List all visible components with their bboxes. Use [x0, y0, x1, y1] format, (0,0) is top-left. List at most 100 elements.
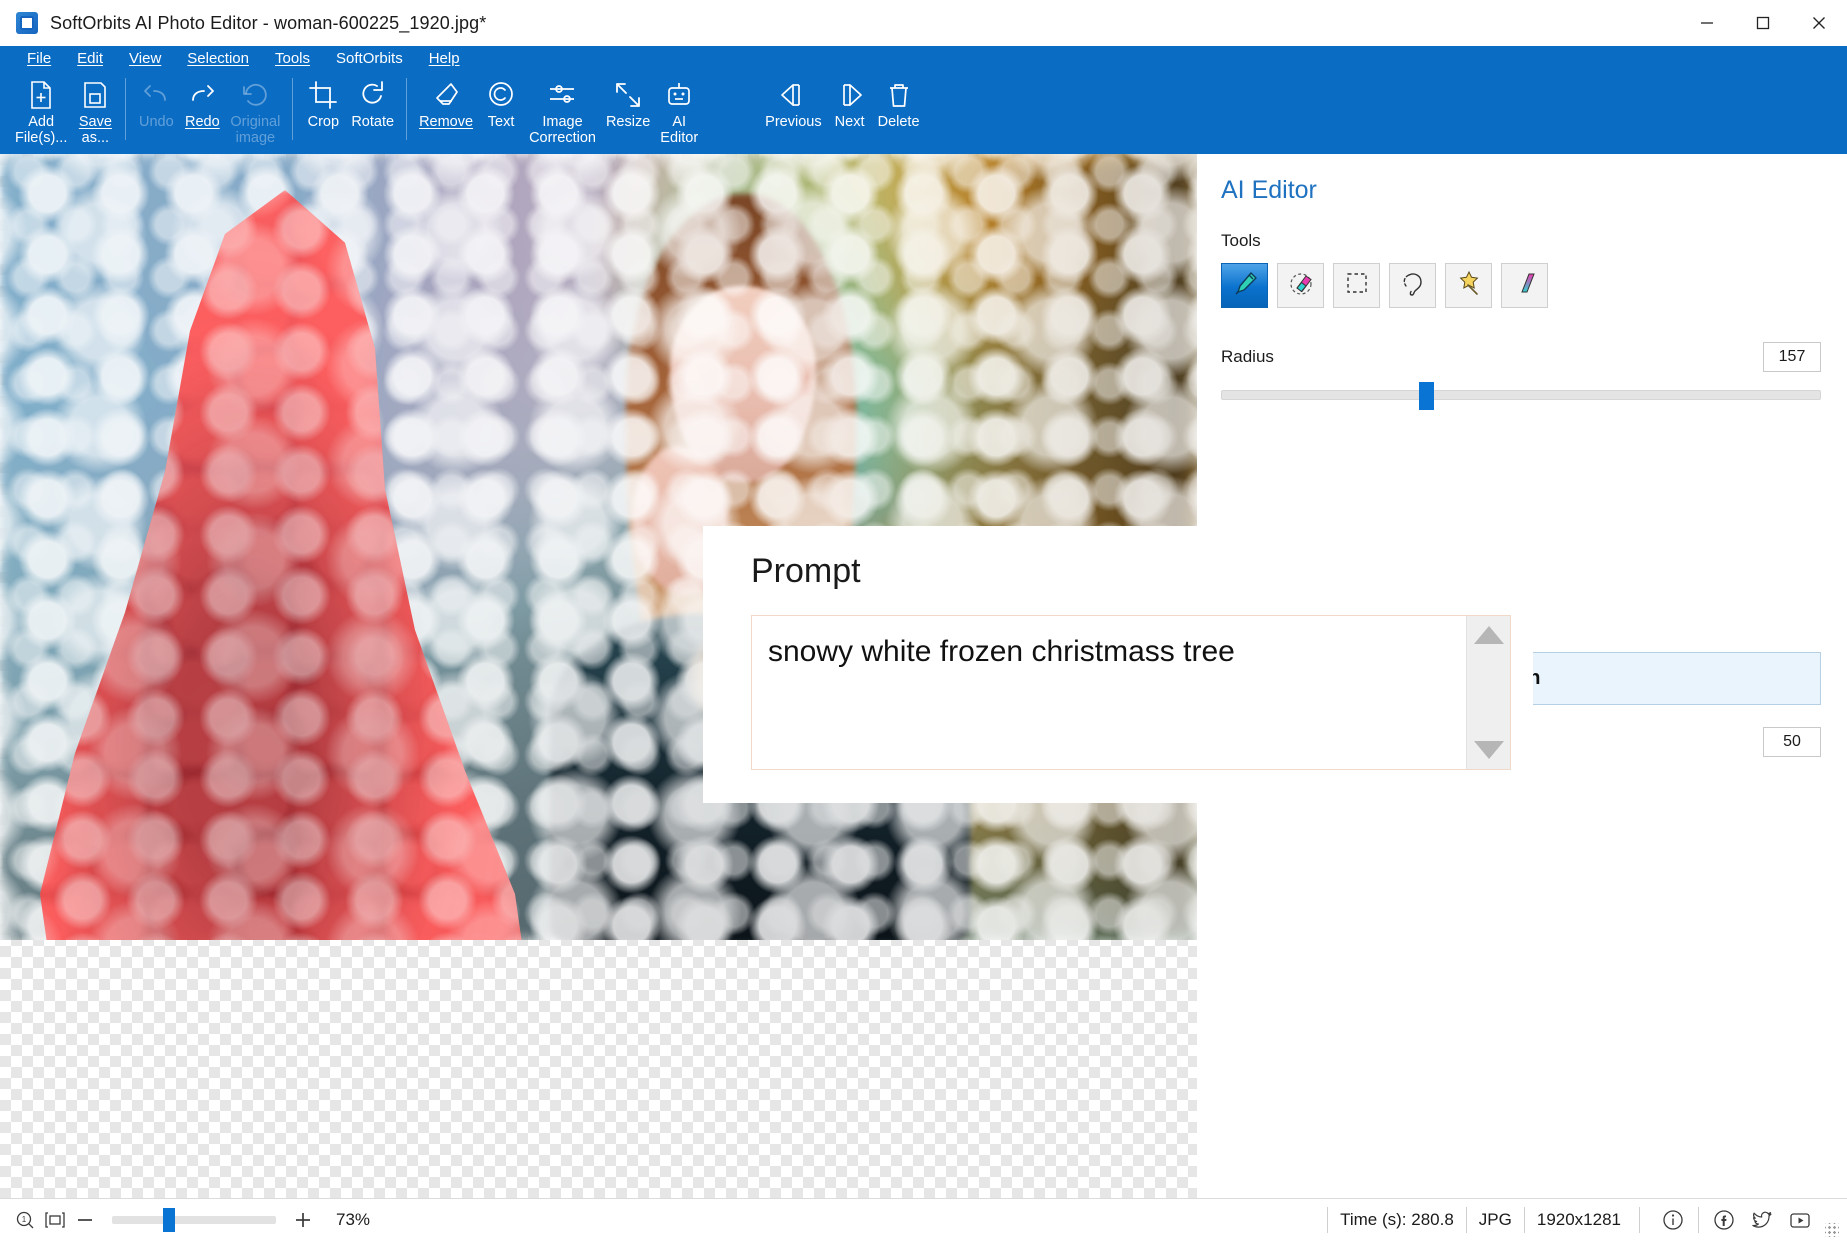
window-controls [1679, 0, 1847, 46]
gradient-stripe-icon [1511, 269, 1539, 302]
toolbar-save-as-text: Save [78, 114, 112, 130]
toolbar-group-history: Undo Redo Original image [133, 72, 285, 154]
toolbar-add-files-label2: File(s)... [15, 130, 68, 146]
eraser-icon [431, 78, 461, 112]
toolbar-resize-button[interactable]: Resize [601, 72, 655, 154]
radius-slider[interactable] [1221, 382, 1821, 410]
info-circle-icon[interactable] [1658, 1205, 1688, 1235]
youtube-icon[interactable] [1785, 1205, 1815, 1235]
sliders-icon [547, 78, 579, 112]
time-label: Time (s): 280.8 [1327, 1206, 1466, 1233]
ai-iterations-input[interactable]: 50 [1763, 727, 1821, 757]
twitter-bird-icon[interactable] [1747, 1205, 1777, 1235]
toolbar-add-files-button[interactable]: Add File(s)... [10, 72, 72, 154]
toolbar-redo-button[interactable]: Redo [179, 72, 225, 154]
toolbar-separator-2 [292, 78, 294, 140]
magic-wand-tool-button[interactable] [1445, 263, 1492, 308]
toolbar-previous-button[interactable]: Previous [760, 72, 826, 154]
gradient-tool-button[interactable] [1501, 263, 1548, 308]
facebook-icon[interactable] [1709, 1205, 1739, 1235]
menu-view[interactable]: View [116, 46, 174, 72]
zoom-slider-thumb[interactable] [162, 1207, 175, 1232]
close-button[interactable] [1791, 0, 1847, 46]
radius-value-input[interactable]: 157 [1763, 342, 1821, 372]
toolbar-image-correction-button[interactable]: Image Correction [524, 72, 601, 154]
toolbar-ai-editor-button[interactable]: AI Editor [655, 72, 703, 154]
toolbar-delete-button[interactable]: Delete [873, 72, 925, 154]
toolbar-save-as-button[interactable]: Save as... [72, 72, 118, 154]
copyright-c-icon [486, 78, 516, 112]
radius-slider-thumb[interactable] [1419, 382, 1435, 410]
main-toolbar: Add File(s)... Save as... Undo Redo Orig… [0, 72, 1847, 154]
toolbar-separator-1 [125, 78, 127, 140]
menu-softorbits[interactable]: SoftOrbits [323, 46, 416, 72]
maximize-button[interactable] [1735, 0, 1791, 46]
zoom-fit-icon[interactable] [40, 1205, 70, 1235]
menu-help[interactable]: Help [416, 46, 473, 72]
triangle-up-icon[interactable] [1473, 626, 1504, 644]
toolbar-ai-editor-label2: Editor [660, 130, 699, 146]
prompt-input-wrapper[interactable]: snowy white frozen christmass tree [751, 615, 1511, 770]
toolbar-original-image-label: Original [230, 114, 281, 130]
rectangle-select-tool-button[interactable] [1333, 263, 1380, 308]
tools-label: Tools [1221, 231, 1261, 250]
app-window: SoftOrbits AI Photo Editor - woman-60022… [0, 0, 1847, 1240]
prompt-card: Prompt snowy white frozen christmass tre… [703, 526, 1533, 803]
toolbar-separator-3 [406, 78, 408, 140]
toolbar-save-as-label2: as... [81, 130, 110, 146]
arrow-right-box-icon [834, 78, 866, 112]
history-clock-icon [240, 78, 270, 112]
zoom-actual-size-icon[interactable]: 1 [10, 1205, 40, 1235]
menu-help-label: Help [428, 50, 460, 67]
toolbar-group-edit: Remove Text Image Correction Resize AI E… [414, 72, 703, 154]
prompt-title: Prompt [751, 552, 861, 590]
marker-tool-button[interactable] [1221, 263, 1268, 308]
window-title: SoftOrbits AI Photo Editor - woman-60022… [50, 12, 487, 33]
toolbar-save-as-label: Save [79, 114, 112, 130]
app-logo-icon [16, 12, 38, 34]
toolbar-redo-label: Redo [185, 114, 220, 130]
toolbar-add-files-label: Add [28, 114, 55, 130]
zoom-in-button[interactable] [288, 1205, 318, 1235]
svg-text:1: 1 [22, 1215, 27, 1224]
toolbar-crop-button[interactable]: Crop [300, 72, 346, 154]
lasso-tool-button[interactable] [1389, 263, 1436, 308]
resize-arrows-icon [613, 78, 643, 112]
toolbar-next-button[interactable]: Next [827, 72, 873, 154]
menu-tools[interactable]: Tools [262, 46, 323, 72]
zoom-out-button[interactable] [70, 1205, 100, 1235]
document-plus-icon [27, 78, 55, 112]
triangle-down-icon[interactable] [1473, 741, 1504, 759]
toolbar-undo-button[interactable]: Undo [133, 72, 179, 154]
marker-pen-icon [1231, 269, 1259, 302]
menu-edit[interactable]: Edit [64, 46, 116, 72]
toolbar-remove-label: Remove [419, 114, 473, 130]
dimensions-label: 1920x1281 [1523, 1206, 1633, 1233]
status-social-links [1646, 1205, 1819, 1235]
window-resize-grip[interactable] [1825, 1222, 1839, 1237]
radius-row: Radius 157 [1221, 342, 1821, 372]
prompt-input[interactable]: snowy white frozen christmass tree [752, 616, 1466, 769]
toolbar-next-label: Next [834, 114, 865, 130]
toolbar-remove-button[interactable]: Remove [414, 72, 478, 154]
toolbar-undo-label: Undo [139, 114, 174, 130]
menu-selection[interactable]: Selection [174, 46, 262, 72]
menu-file-label: File [27, 50, 52, 67]
menu-softorbits-label: SoftOrbits [336, 50, 403, 67]
minimize-button[interactable] [1679, 0, 1735, 46]
toolbar-original-image-button[interactable]: Original image [225, 72, 285, 154]
menu-file[interactable]: File [14, 46, 64, 72]
toolbar-group-file: Add File(s)... Save as... [10, 72, 118, 154]
format-label: JPG [1465, 1206, 1524, 1233]
trash-icon [884, 78, 914, 112]
toolbar-text-button[interactable]: Text [478, 72, 524, 154]
prompt-scrollbar[interactable] [1466, 616, 1510, 769]
eraser-tool-button[interactable] [1277, 263, 1324, 308]
zoom-slider[interactable] [112, 1207, 276, 1232]
tools-row [1221, 263, 1821, 308]
toolbar-rotate-button[interactable]: Rotate [346, 72, 399, 154]
toolbar-image-correction-label: Image [542, 114, 583, 130]
status-divider-2 [1698, 1206, 1699, 1233]
redo-arrow-icon [187, 78, 217, 112]
workspace: AI Editor Tools Radius 157 50 Prompt sno… [0, 154, 1847, 1198]
